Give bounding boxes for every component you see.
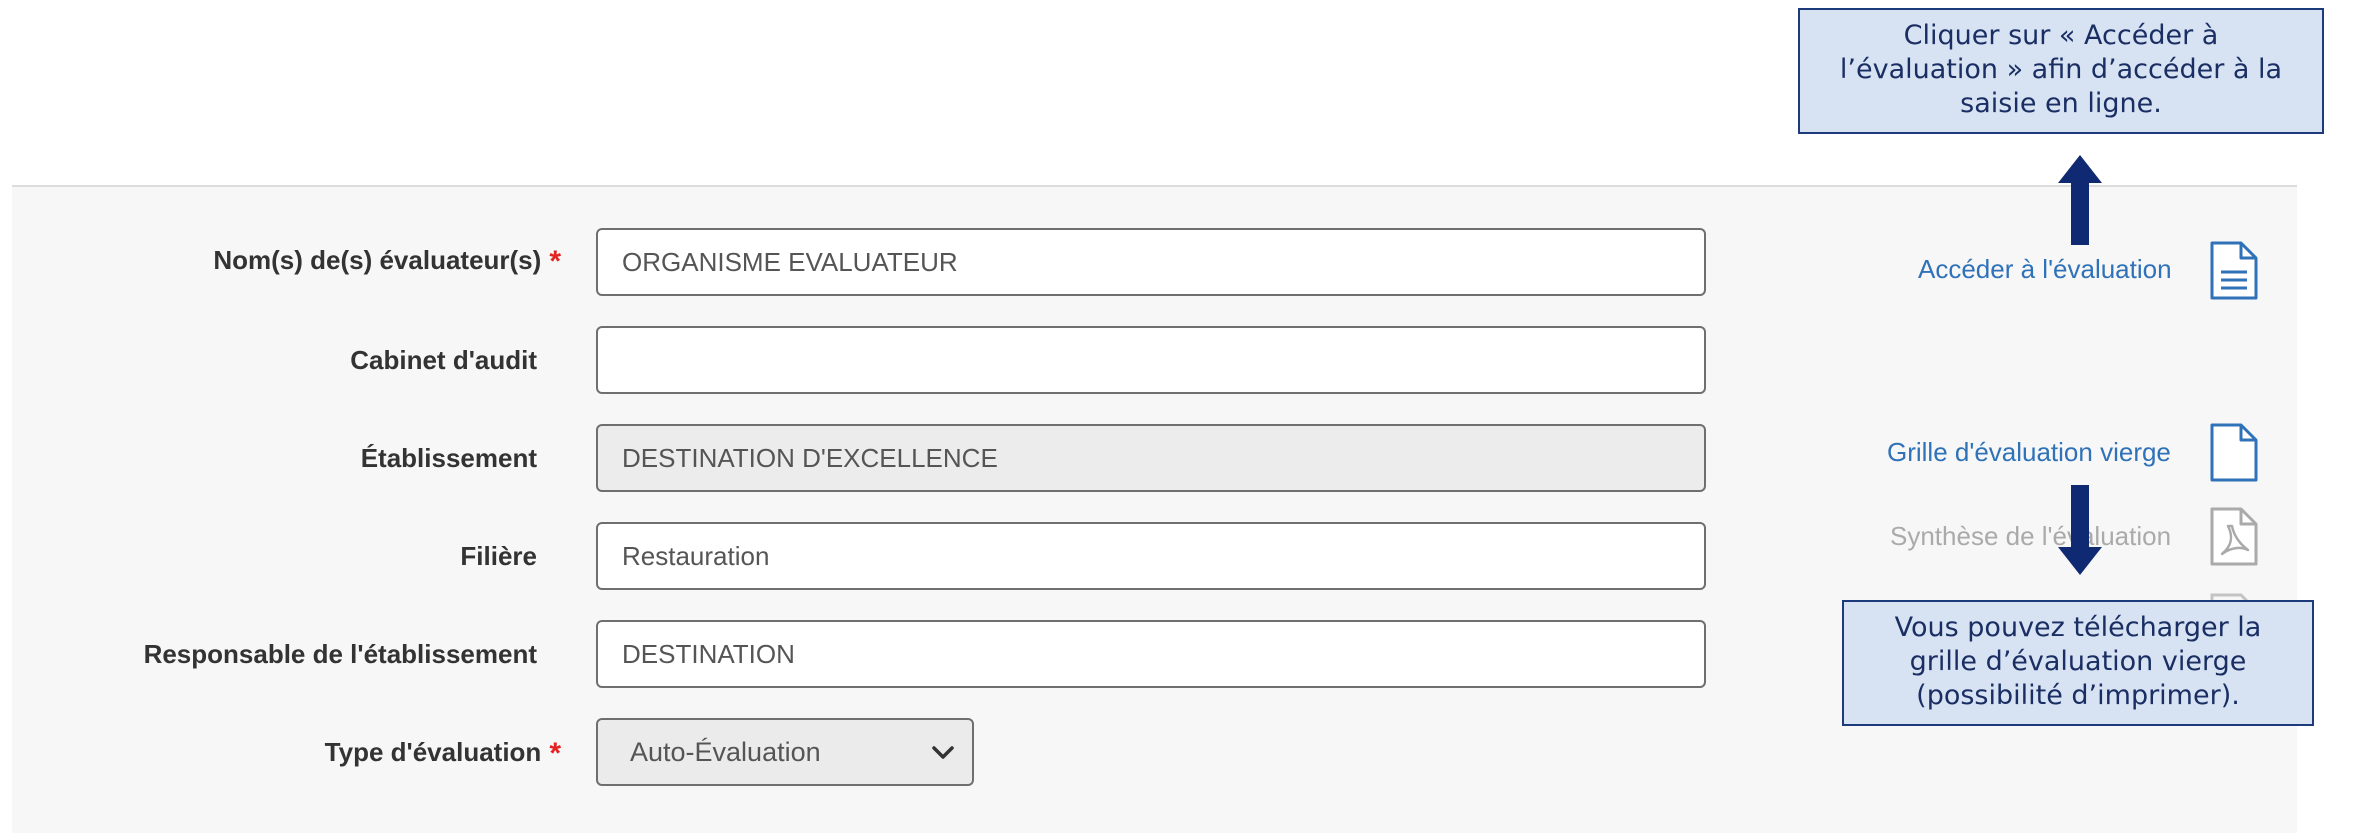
down-arrow-icon xyxy=(2058,485,2102,575)
evaluators-input[interactable] xyxy=(596,228,1706,296)
document-blank-icon[interactable] xyxy=(2208,422,2260,484)
up-arrow-icon xyxy=(2058,155,2102,245)
establishment-input xyxy=(596,424,1706,492)
pdf-icon xyxy=(2210,507,2258,566)
evaluation-type-label: Type d'évaluation * xyxy=(324,737,561,771)
establishment-label: Établissement xyxy=(360,443,537,473)
required-asterisk: * xyxy=(549,737,561,771)
evaluation-type-value: Auto-Évaluation xyxy=(630,737,821,767)
sector-label: Filière xyxy=(460,541,537,571)
access-evaluation-callout: Cliquer sur « Accéder à l’évaluation » a… xyxy=(1798,8,2324,134)
access-evaluation-link[interactable]: Accéder à l'évaluation xyxy=(1918,254,2172,285)
establishment-manager-input[interactable] xyxy=(596,620,1706,688)
document-lines-icon[interactable] xyxy=(2208,240,2260,302)
chevron-down-icon xyxy=(932,746,954,759)
audit-firm-input[interactable] xyxy=(596,326,1706,394)
evaluation-type-select[interactable]: Auto-Évaluation xyxy=(596,718,974,786)
required-asterisk: * xyxy=(549,245,561,279)
download-grid-callout: Vous pouvez télécharger la grille d’éval… xyxy=(1842,600,2314,726)
establishment-manager-label: Responsable de l'établissement xyxy=(143,639,537,669)
sector-input[interactable] xyxy=(596,522,1706,590)
evaluators-label: Nom(s) de(s) évaluateur(s) * xyxy=(213,245,561,279)
audit-firm-label: Cabinet d'audit xyxy=(350,345,537,375)
blank-grid-link[interactable]: Grille d'évaluation vierge xyxy=(1887,437,2171,468)
evaluation-summary-link: Synthèse de l'évaluation xyxy=(1890,521,2172,551)
